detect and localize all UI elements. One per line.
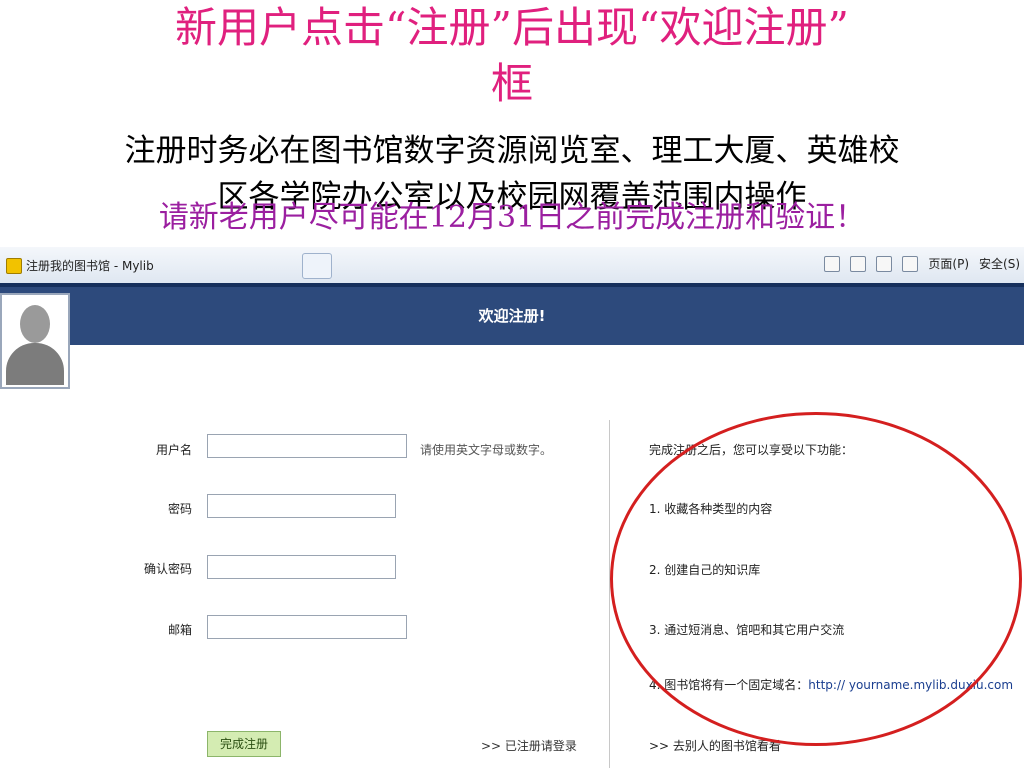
submit-button[interactable]: 完成注册 xyxy=(207,731,281,757)
benefit-item-1: 1. 收藏各种类型的内容 xyxy=(649,502,773,516)
tab-title-text: 注册我的图书馆 - Mylib xyxy=(26,259,154,273)
avatar xyxy=(0,293,70,389)
security-menu[interactable]: 安全(S) xyxy=(979,255,1020,272)
benefit-item-2: 2. 创建自己的知识库 xyxy=(649,563,761,577)
password-label: 密码 xyxy=(167,502,192,516)
browser-toolbar: 注册我的图书馆 - Mylib 页面(P) 安全(S) xyxy=(0,247,1024,284)
confirm-password-input[interactable] xyxy=(207,555,396,579)
avatar-body-icon xyxy=(6,343,64,385)
slide-title-line1: 新用户点击“注册”后出现“欢迎注册” xyxy=(175,3,849,52)
username-label: 用户名 xyxy=(155,443,192,457)
email-input[interactable] xyxy=(207,615,407,639)
welcome-header: 欢迎注册! xyxy=(0,283,1024,345)
benefits-intro: 完成注册之后，您可以享受以下功能： xyxy=(649,443,854,457)
home-icon[interactable] xyxy=(824,255,841,272)
visit-others-link[interactable]: >> 去别人的图书馆看看 xyxy=(649,737,781,754)
feeds-icon[interactable] xyxy=(850,255,867,272)
email-label: 邮箱 xyxy=(167,623,192,637)
command-bar: 页面(P) 安全(S) xyxy=(824,255,1020,272)
favicon-icon xyxy=(6,257,22,274)
benefit-item-4: 4. 图书馆将有一个固定域名：http:// yourname.mylib.du… xyxy=(649,676,1013,693)
new-tab-button[interactable] xyxy=(302,253,332,279)
login-link[interactable]: >> 已注册请登录 xyxy=(481,737,577,754)
password-input[interactable] xyxy=(207,494,396,518)
slide-title: 新用户点击“注册”后出现“欢迎注册” 框 xyxy=(0,0,1024,112)
print-icon[interactable] xyxy=(902,255,919,272)
slide-title-line2: 框 xyxy=(490,59,533,108)
mail-icon[interactable] xyxy=(876,255,893,272)
username-input[interactable] xyxy=(207,434,407,458)
browser-tab[interactable]: 注册我的图书馆 - Mylib xyxy=(6,257,154,274)
confirm-password-label: 确认密码 xyxy=(143,562,192,576)
divider xyxy=(609,420,610,768)
benefit-item-3: 3. 通过短消息、馆吧和其它用户交流 xyxy=(649,623,845,637)
slide-warning: 请新老用户尽可能在12月31日之前完成注册和验证！ xyxy=(158,200,866,235)
benefit-item-4-text: 4. 图书馆将有一个固定域名： xyxy=(649,678,809,692)
page-menu[interactable]: 页面(P) xyxy=(928,255,969,272)
slide-note-line1: 注册时务必在图书馆数字资源阅览室、理工大厦、英雄校 xyxy=(124,133,900,169)
username-hint: 请使用英文字母或数字。 xyxy=(420,443,553,457)
avatar-head-icon xyxy=(20,305,50,343)
highlight-circle xyxy=(610,412,1022,746)
welcome-title: 欢迎注册! xyxy=(478,307,546,325)
domain-url: http:// yourname.mylib.duxiu.com xyxy=(808,678,1014,692)
